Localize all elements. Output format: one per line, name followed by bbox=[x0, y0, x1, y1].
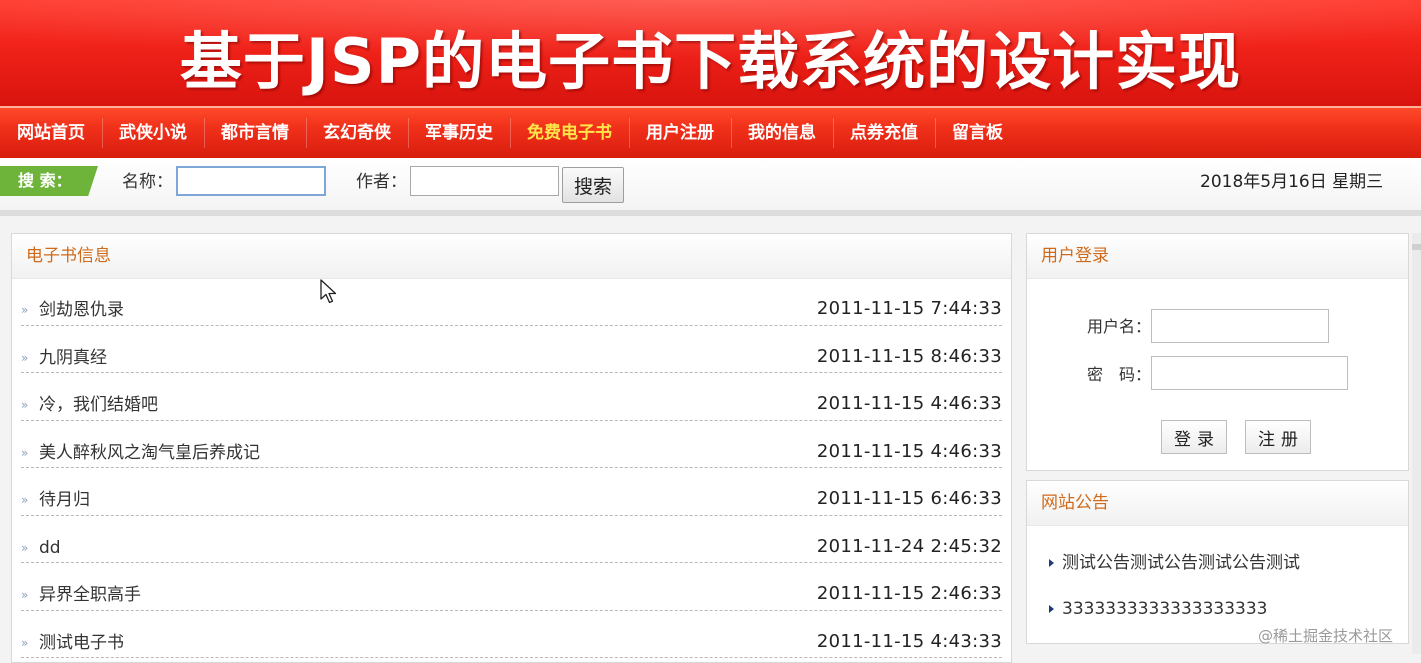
nav-item-register[interactable]: 用户注册 bbox=[629, 108, 731, 158]
nav-item-military-history[interactable]: 军事历史 bbox=[408, 108, 510, 158]
ebook-time: 2011-11-15 2:46:33 bbox=[816, 583, 1002, 604]
list-item[interactable]: 3333333333333333333 bbox=[1049, 597, 1268, 621]
list-item[interactable]: » 冷，我们结婚吧 2011-11-15 4:46:33 bbox=[21, 373, 1002, 421]
double-chevron-icon: » bbox=[21, 398, 29, 412]
name-search-input[interactable] bbox=[176, 166, 326, 196]
ebook-panel-title: 电子书信息 bbox=[12, 234, 1011, 279]
current-date: 2018年5月16日 星期三 bbox=[1200, 172, 1384, 192]
password-input[interactable] bbox=[1151, 356, 1348, 390]
list-item[interactable]: » 待月归 2011-11-15 6:46:33 bbox=[21, 468, 1002, 516]
nav-item-wuxia[interactable]: 武侠小说 bbox=[102, 108, 204, 158]
ebook-title[interactable]: 九阴真经 bbox=[39, 347, 107, 369]
double-chevron-icon: » bbox=[21, 493, 29, 507]
page-scroll-edge bbox=[1412, 233, 1421, 654]
ebook-title[interactable]: 剑劫恩仇录 bbox=[39, 299, 124, 321]
double-chevron-icon: » bbox=[21, 350, 29, 365]
ebook-time: 2011-11-15 8:46:33 bbox=[816, 345, 1002, 367]
ebook-time: 2011-11-15 4:46:33 bbox=[816, 440, 1002, 462]
ebook-title[interactable]: 待月归 bbox=[39, 489, 90, 511]
double-chevron-icon: » bbox=[21, 445, 29, 460]
page-scroll-tick bbox=[1412, 244, 1421, 250]
ebook-title[interactable]: 测试电子书 bbox=[39, 632, 124, 654]
nav-item-romance[interactable]: 都市言情 bbox=[204, 108, 306, 158]
notice-text[interactable]: 测试公告测试公告测试公告测试 bbox=[1062, 553, 1300, 573]
register-button[interactable]: 注册 bbox=[1245, 420, 1311, 454]
notice-text[interactable]: 3333333333333333333 bbox=[1062, 599, 1268, 619]
ebook-time: 2011-11-15 7:44:33 bbox=[816, 298, 1002, 319]
login-button[interactable]: 登录 bbox=[1161, 420, 1227, 454]
triangle-right-icon bbox=[1049, 559, 1054, 567]
nav-item-home[interactable]: 网站首页 bbox=[0, 108, 102, 158]
name-label: 名称： bbox=[122, 172, 173, 192]
triangle-right-icon bbox=[1049, 605, 1054, 613]
ebook-info-panel: 电子书信息 » 剑劫恩仇录 2011-11-15 7:44:33 » 九阴真经 … bbox=[11, 233, 1012, 663]
double-chevron-icon: » bbox=[21, 303, 29, 317]
nav-item-message-board[interactable]: 留言板 bbox=[935, 108, 1020, 158]
username-input[interactable] bbox=[1151, 309, 1329, 343]
list-item[interactable]: » 异界全职高手 2011-11-15 2:46:33 bbox=[21, 563, 1002, 611]
watermark: @稀土掘金技术社区 bbox=[1258, 627, 1394, 645]
nav-item-free-ebooks[interactable]: 免费电子书 bbox=[510, 108, 629, 158]
nav-item-recharge[interactable]: 点券充值 bbox=[833, 108, 935, 158]
ebook-time: 2011-11-15 4:43:33 bbox=[816, 630, 1002, 652]
main-nav: 网站首页 武侠小说 都市言情 玄幻奇侠 军事历史 免费电子书 用户注册 我的信息… bbox=[0, 106, 1421, 158]
login-panel-title: 用户登录 bbox=[1027, 234, 1408, 279]
list-item[interactable]: » dd 2011-11-24 2:45:32 bbox=[21, 516, 1002, 563]
ebook-title[interactable]: dd bbox=[39, 537, 61, 559]
search-tag: 搜 索： bbox=[0, 166, 98, 196]
site-banner: 基于JSP的电子书下载系统的设计实现 bbox=[0, 0, 1421, 106]
site-title: 基于JSP的电子书下载系统的设计实现 bbox=[179, 25, 1242, 98]
ebook-title[interactable]: 冷，我们结婚吧 bbox=[39, 394, 158, 416]
password-label: 密 码： bbox=[1087, 365, 1152, 384]
site-notice-panel: 网站公告 测试公告测试公告测试公告测试 3333333333333333333 bbox=[1026, 480, 1409, 644]
ebook-time: 2011-11-15 6:46:33 bbox=[816, 488, 1002, 509]
ebook-time: 2011-11-15 4:46:33 bbox=[816, 393, 1002, 414]
double-chevron-icon: » bbox=[21, 588, 29, 602]
double-chevron-icon: » bbox=[21, 540, 29, 555]
author-search-input[interactable] bbox=[410, 166, 559, 196]
nav-item-fantasy[interactable]: 玄幻奇侠 bbox=[306, 108, 408, 158]
username-label: 用户名： bbox=[1087, 317, 1152, 336]
list-item[interactable]: » 剑劫恩仇录 2011-11-15 7:44:33 bbox=[21, 278, 1002, 326]
ebook-title[interactable]: 异界全职高手 bbox=[39, 584, 141, 606]
search-bar: 搜 索： 名称： 作者： 搜索 2018年5月16日 星期三 bbox=[0, 158, 1421, 216]
list-item[interactable]: » 测试电子书 2011-11-15 4:43:33 bbox=[21, 611, 1002, 658]
list-item[interactable]: 测试公告测试公告测试公告测试 bbox=[1049, 551, 1300, 575]
notice-panel-title: 网站公告 bbox=[1027, 481, 1408, 526]
search-button[interactable]: 搜索 bbox=[562, 167, 624, 203]
ebook-list: » 剑劫恩仇录 2011-11-15 7:44:33 » 九阴真经 2011-1… bbox=[21, 278, 1002, 658]
ebook-time: 2011-11-24 2:45:32 bbox=[816, 535, 1002, 557]
list-item[interactable]: » 美人醉秋风之淘气皇后养成记 2011-11-15 4:46:33 bbox=[21, 421, 1002, 468]
nav-item-my-info[interactable]: 我的信息 bbox=[731, 108, 833, 158]
mouse-cursor-icon bbox=[320, 279, 337, 304]
list-item[interactable]: » 九阴真经 2011-11-15 8:46:33 bbox=[21, 326, 1002, 373]
author-label: 作者： bbox=[356, 172, 407, 192]
double-chevron-icon: » bbox=[21, 635, 29, 650]
ebook-title[interactable]: 美人醉秋风之淘气皇后养成记 bbox=[39, 442, 260, 464]
user-login-panel: 用户登录 用户名： 密 码： 登录 注册 bbox=[1026, 233, 1409, 471]
